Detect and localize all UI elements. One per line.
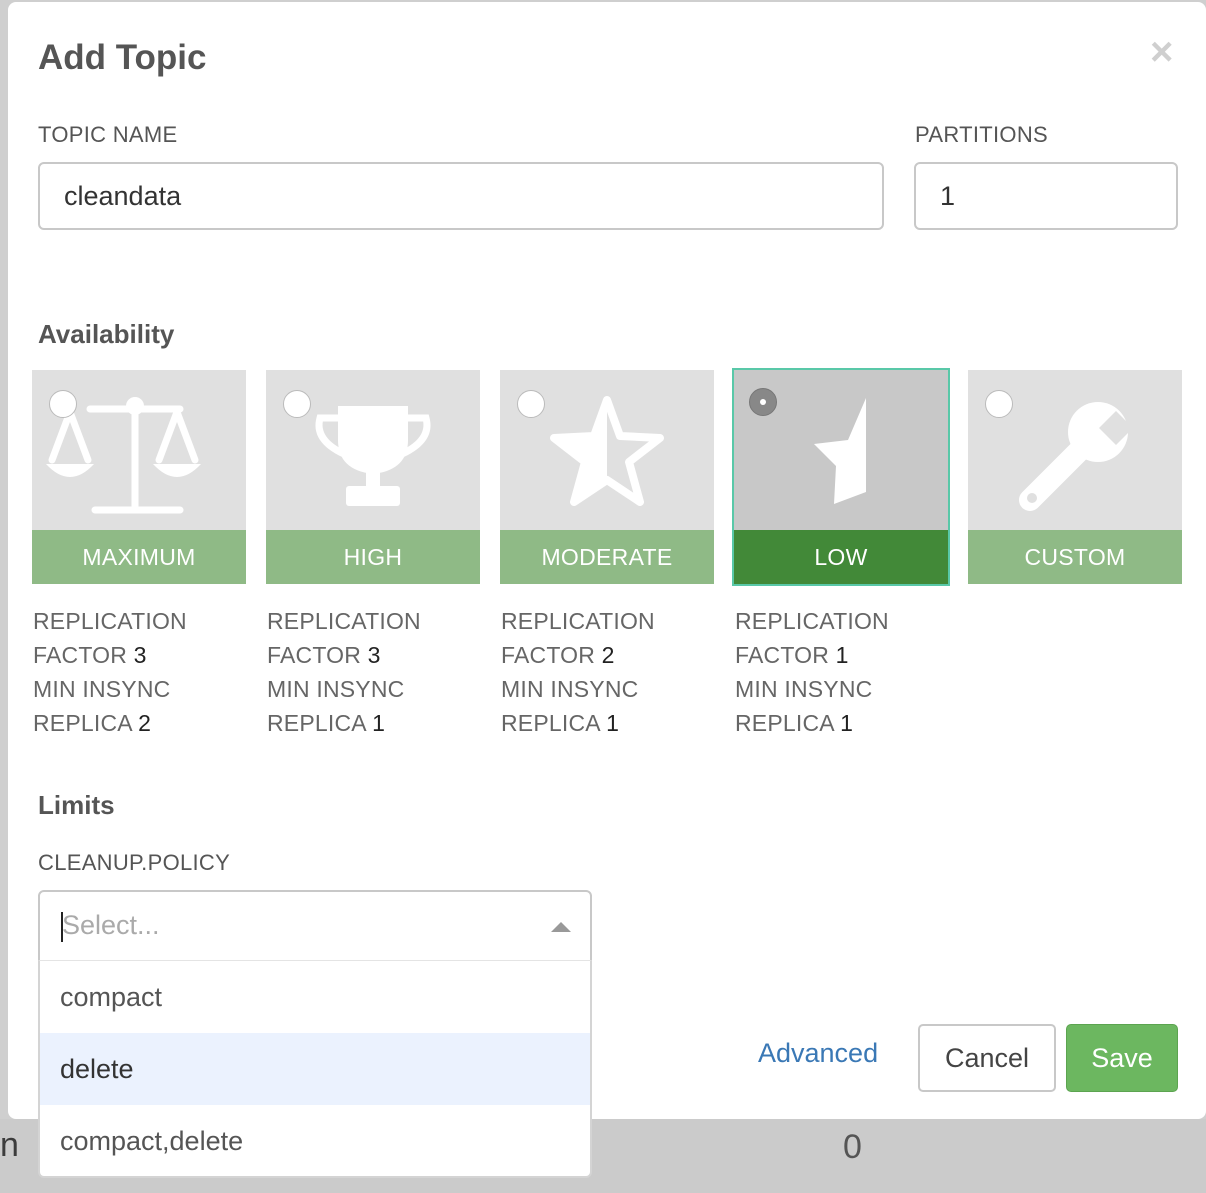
high-radio[interactable] [283,390,311,418]
spec-maximum: REPLICATION FACTOR 3 MIN INSYNC REPLICA … [33,608,187,736]
cleanup-policy-label: CLEANUP.POLICY [38,850,231,875]
option-compact[interactable]: compact [40,961,590,1033]
spec-moderate: REPLICATION FACTOR 2 MIN INSYNC REPLICA … [501,608,655,736]
spec-high: REPLICATION FACTOR 3 MIN INSYNC REPLICA … [267,608,421,736]
low-label: LOW [734,530,948,584]
topic-name-label: TOPIC NAME [38,122,178,147]
chevron-up-icon[interactable] [551,922,571,932]
option-delete[interactable]: delete [40,1033,590,1105]
dialog-title: Add Topic [38,38,207,77]
moderate-radio[interactable] [517,390,545,418]
availability-card-high[interactable]: HIGH [266,370,480,584]
availability-card-moderate[interactable]: MODERATE [500,370,714,584]
topic-name-input[interactable]: cleandata [38,162,884,230]
maximum-label: MAXIMUM [32,530,246,584]
availability-card-low[interactable]: LOW [732,368,950,586]
availability-card-maximum[interactable]: MAXIMUM [32,370,246,584]
low-radio[interactable] [749,388,777,416]
close-icon[interactable]: × [1150,30,1173,74]
cancel-button[interactable]: Cancel [918,1024,1056,1092]
cleanup-policy-menu: compact delete compact,delete [38,960,592,1178]
limits-title: Limits [38,790,115,820]
availability-title: Availability [38,319,175,349]
spec-low: REPLICATION FACTOR 1 MIN INSYNC REPLICA … [735,608,889,736]
moderate-label: MODERATE [500,530,714,584]
partitions-value: 1 [940,180,956,211]
maximum-radio[interactable] [49,390,77,418]
select-placeholder: Select... [62,910,160,940]
custom-label: CUSTOM [968,530,1182,584]
availability-card-custom[interactable]: CUSTOM [968,370,1182,584]
high-label: HIGH [266,530,480,584]
partitions-label: PARTITIONS [915,122,1048,147]
background-cell-text: n [0,1126,19,1164]
custom-radio[interactable] [985,390,1013,418]
advanced-button[interactable]: Advanced [758,1038,878,1069]
partitions-input[interactable]: 1 [914,162,1178,230]
cleanup-policy-select[interactable]: Select... [38,890,592,962]
topic-name-value: cleandata [64,180,182,211]
background-cell-value: 0 [843,1128,862,1166]
save-button[interactable]: Save [1066,1024,1178,1092]
option-compact-delete[interactable]: compact,delete [40,1105,590,1177]
